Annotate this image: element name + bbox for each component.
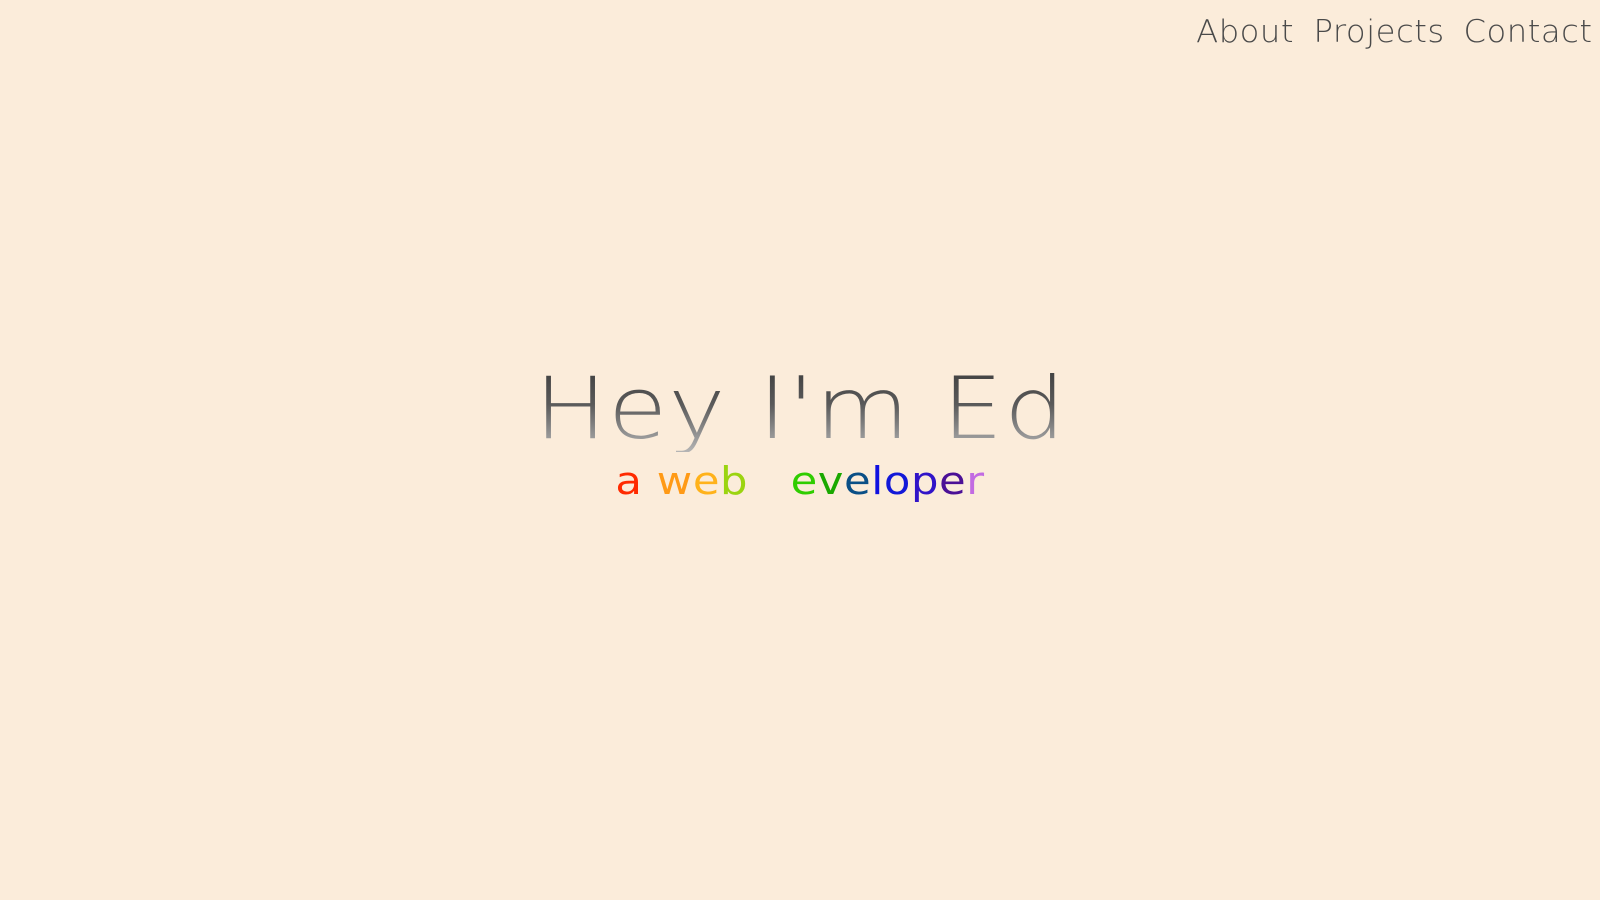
nav-link-contact[interactable]: Contact [1463, 14, 1592, 50]
top-navigation: About Projects Contact [1196, 14, 1592, 50]
subtitle-letter: e [790, 459, 818, 503]
subtitle-letter: p [910, 459, 940, 503]
nav-link-about[interactable]: About [1196, 14, 1294, 50]
hero-section: Hey I'm Ed a web developer [0, 366, 1600, 500]
subtitle-letter: e [939, 459, 967, 503]
subtitle-letter: w [656, 459, 693, 503]
subtitle-space [748, 462, 762, 500]
subtitle-letter: d [763, 462, 791, 500]
subtitle-letter: e [692, 459, 721, 503]
nav-link-projects[interactable]: Projects [1313, 14, 1444, 50]
subtitle-space [642, 462, 656, 500]
subtitle-letter: o [883, 459, 911, 503]
subtitle-letter: v [817, 459, 845, 503]
subtitle-letter: e [844, 459, 872, 503]
subtitle-letter: r [966, 459, 985, 503]
subtitle-letter: b [720, 459, 749, 503]
hero-title: Hey I'm Ed [534, 359, 1066, 459]
hero-subtitle: a web developer [615, 462, 984, 500]
subtitle-letter: l [871, 459, 884, 503]
subtitle-letter: a [615, 459, 643, 503]
